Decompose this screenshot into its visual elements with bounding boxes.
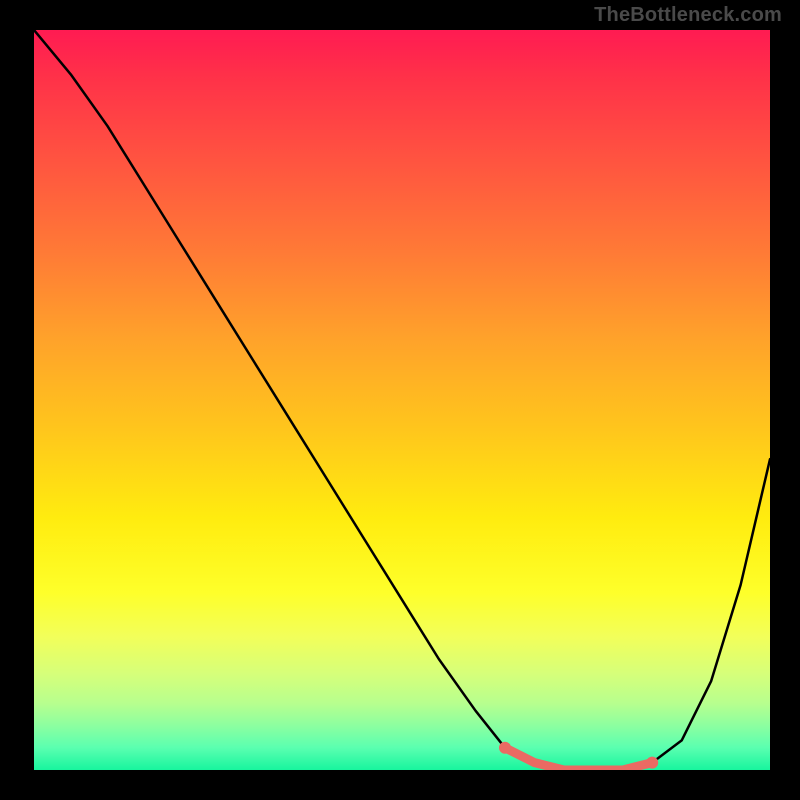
plot-area [34, 30, 770, 770]
highlight-segment [505, 748, 652, 770]
curve-svg [34, 30, 770, 770]
chart-frame: TheBottleneck.com [0, 0, 800, 800]
curve-group [34, 30, 770, 770]
watermark-text: TheBottleneck.com [594, 4, 782, 27]
highlight-dot [499, 742, 511, 754]
highlight-dot [646, 757, 658, 769]
bottleneck-curve-path [34, 30, 770, 770]
